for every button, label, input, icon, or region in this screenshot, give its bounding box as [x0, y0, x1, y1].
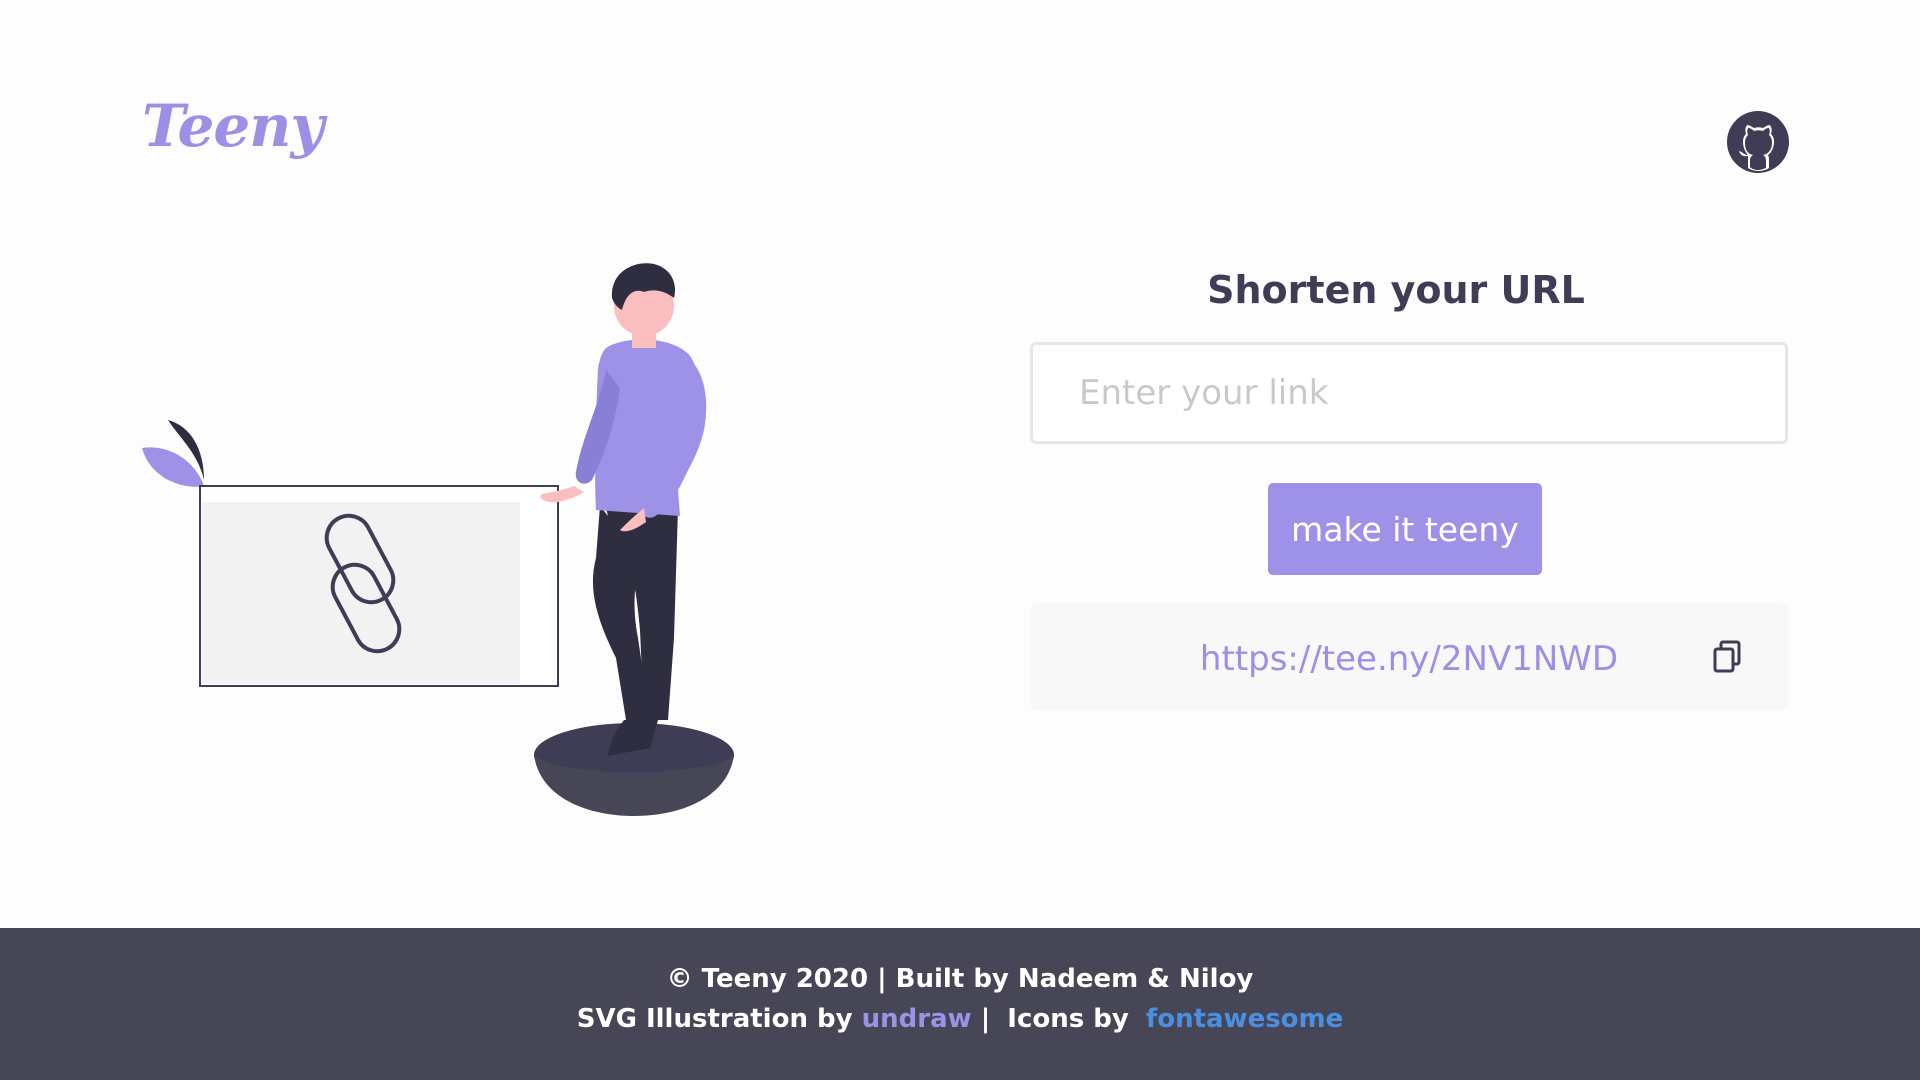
copy-icon[interactable] — [1712, 640, 1742, 674]
form-title: Shorten your URL — [1207, 268, 1585, 312]
footer-separator: | — [980, 1004, 991, 1034]
undraw-link[interactable]: undraw — [862, 1004, 972, 1034]
fontawesome-link[interactable]: fontawesome — [1146, 1004, 1343, 1034]
make-it-teeny-button[interactable]: make it teeny — [1268, 483, 1542, 575]
logo[interactable]: Teeny — [142, 92, 324, 160]
svg-credit-prefix: SVG Illustration by — [576, 1004, 862, 1034]
github-icon[interactable] — [1726, 110, 1790, 174]
link-person-illustration — [138, 258, 738, 828]
footer-attribution: SVG Illustration by undraw | Icons by fo… — [0, 1004, 1920, 1034]
icons-credit-prefix: Icons by — [1007, 1004, 1129, 1034]
footer-credits: © Teeny 2020 | Built by Nadeem & Niloy — [666, 964, 1254, 994]
footer: © Teeny 2020 | Built by Nadeem & Niloy S… — [0, 928, 1920, 1080]
short-url-link[interactable]: https://tee.ny/2NV1NWD — [1030, 639, 1788, 679]
link-input[interactable] — [1030, 342, 1788, 444]
result-box: https://tee.ny/2NV1NWD — [1030, 603, 1788, 711]
